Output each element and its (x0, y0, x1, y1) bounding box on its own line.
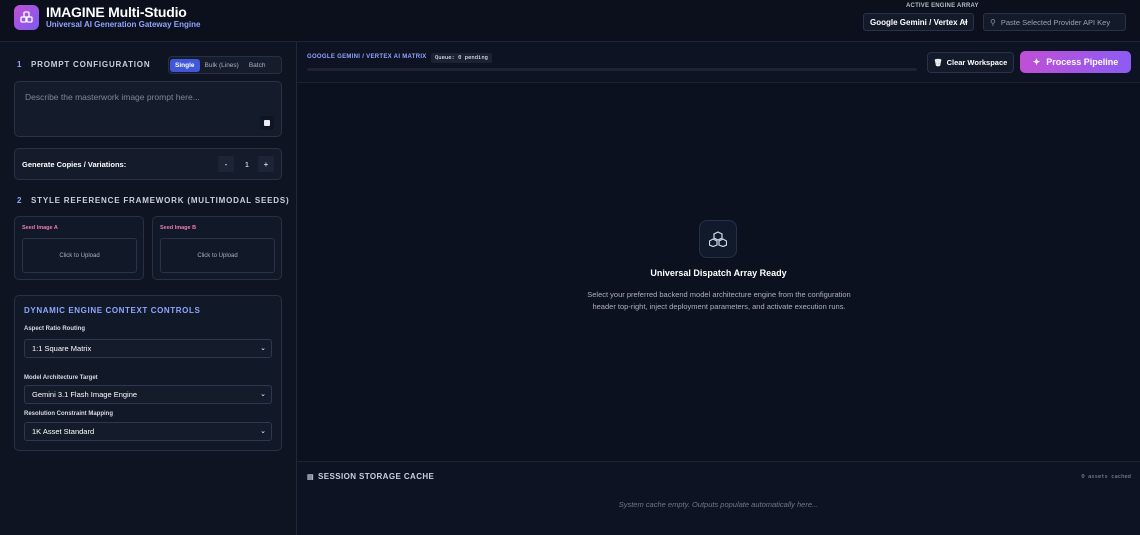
tab-batch[interactable]: Batch (244, 59, 271, 72)
seed-card-b: Seed Image B Click to Upload (152, 216, 282, 280)
config-panel: 1 PROMPT CONFIGURATION Single Bulk (Line… (0, 42, 297, 535)
engine-controls: DYNAMIC ENGINE CONTEXT CONTROLS Aspect R… (14, 295, 282, 451)
chevron-down-icon: ⌄ (260, 345, 266, 352)
aspect-ratio-select[interactable]: 1:1 Square Matrix ⌄ (24, 339, 272, 358)
prompt-input[interactable]: Describe the masterwork image prompt her… (14, 81, 282, 137)
database-icon: ▤ (307, 473, 315, 481)
top-header: IMAGINE Multi-Studio Universal AI Genera… (0, 0, 1140, 42)
mode-tabs: Single Bulk (Lines) Batch (168, 56, 282, 74)
progress-bar (307, 68, 917, 71)
cache-title-row: ▤ SESSION STORAGE CACHE (307, 472, 434, 481)
copies-value[interactable]: 1 (241, 160, 253, 169)
palette-icon (14, 5, 39, 30)
section-title-prompt: PROMPT CONFIGURATION (31, 60, 151, 69)
prompt-placeholder: Describe the masterwork image prompt her… (25, 92, 200, 102)
engine-select[interactable]: Google Gemini / Vertex AI ⌄ (863, 13, 974, 31)
aspect-label: Aspect Ratio Routing (24, 326, 85, 332)
api-key-input[interactable]: ⚲ Paste Selected Provider API Key (983, 13, 1126, 31)
output-toolbar: GOOGLE GEMINI / VERTEX AI MATRIX Queue: … (297, 42, 1140, 83)
seed-card-a: Seed Image A Click to Upload (14, 216, 144, 280)
process-pipeline-button[interactable]: ✦ Process Pipeline (1020, 51, 1131, 73)
clear-label: Clear Workspace (946, 58, 1008, 67)
section-title-style: STYLE REFERENCE FRAMEWORK (MULTIMODAL SE… (31, 196, 290, 205)
increment-button[interactable]: + (258, 156, 274, 172)
copies-label: Generate Copies / Variations: (22, 160, 127, 169)
tab-bulk-lines[interactable]: Bulk (Lines) (200, 59, 244, 72)
aspect-value: 1:1 Square Matrix (32, 344, 92, 353)
seed-label: Seed Image B (160, 225, 197, 231)
queue-badge: Queue: 0 pending (431, 53, 492, 63)
resolution-value: 1K Asset Standard (32, 427, 95, 436)
model-label: Model Architecture Target (24, 375, 98, 381)
controls-title: DYNAMIC ENGINE CONTEXT CONTROLS (24, 306, 201, 315)
section-number: 1 (17, 60, 22, 69)
trash-icon: 🗑 (933, 59, 943, 67)
resolution-label: Resolution Constraint Mapping (24, 411, 113, 417)
cache-title: SESSION STORAGE CACHE (318, 472, 435, 481)
session-cache: ▤ SESSION STORAGE CACHE 0 assets cached … (297, 461, 1140, 535)
engine-array-label: ACTIVE ENGINE ARRAY (906, 3, 979, 9)
copies-row: Generate Copies / Variations: - 1 + (14, 148, 282, 180)
cache-empty-message: System cache empty. Outputs populate aut… (618, 500, 819, 509)
section-number: 2 (17, 196, 22, 205)
chevron-down-icon: ⌄ (260, 391, 266, 398)
model-select[interactable]: Gemini 3.1 Flash Image Engine ⌄ (24, 385, 272, 404)
engine-select-value: Google Gemini / Vertex AI (870, 17, 968, 27)
ready-description: Select your preferred backend model arch… (587, 290, 851, 311)
key-icon: ⚲ (990, 17, 996, 27)
seed-label: Seed Image A (22, 225, 58, 231)
upload-zone-b[interactable]: Click to Upload (160, 238, 275, 273)
cache-count: 0 assets cached (1081, 474, 1131, 480)
tab-single[interactable]: Single (170, 58, 200, 72)
ready-title: Universal Dispatch Array Ready (650, 268, 787, 278)
app-title: IMAGINE Multi-Studio (46, 4, 187, 20)
matrix-label: GOOGLE GEMINI / VERTEX AI MATRIX (307, 54, 427, 60)
decrement-button[interactable]: - (218, 156, 234, 172)
cubes-icon (699, 220, 737, 258)
output-panel: GOOGLE GEMINI / VERTEX AI MATRIX Queue: … (297, 42, 1140, 535)
api-key-placeholder: Paste Selected Provider API Key (1000, 17, 1111, 27)
chevron-down-icon: ⌄ (260, 428, 266, 435)
magic-wand-icon: ✦ (1032, 56, 1041, 67)
model-value: Gemini 3.1 Flash Image Engine (32, 390, 138, 399)
upload-zone-a[interactable]: Click to Upload (22, 238, 137, 273)
run-label: Process Pipeline (1046, 57, 1119, 67)
app-subtitle: Universal AI Generation Gateway Engine (46, 20, 201, 29)
chevron-down-icon: ⌄ (963, 18, 969, 25)
resolution-select[interactable]: 1K Asset Standard ⌄ (24, 422, 272, 441)
stop-square-icon[interactable] (260, 116, 274, 130)
clear-workspace-button[interactable]: 🗑 Clear Workspace (927, 52, 1014, 73)
